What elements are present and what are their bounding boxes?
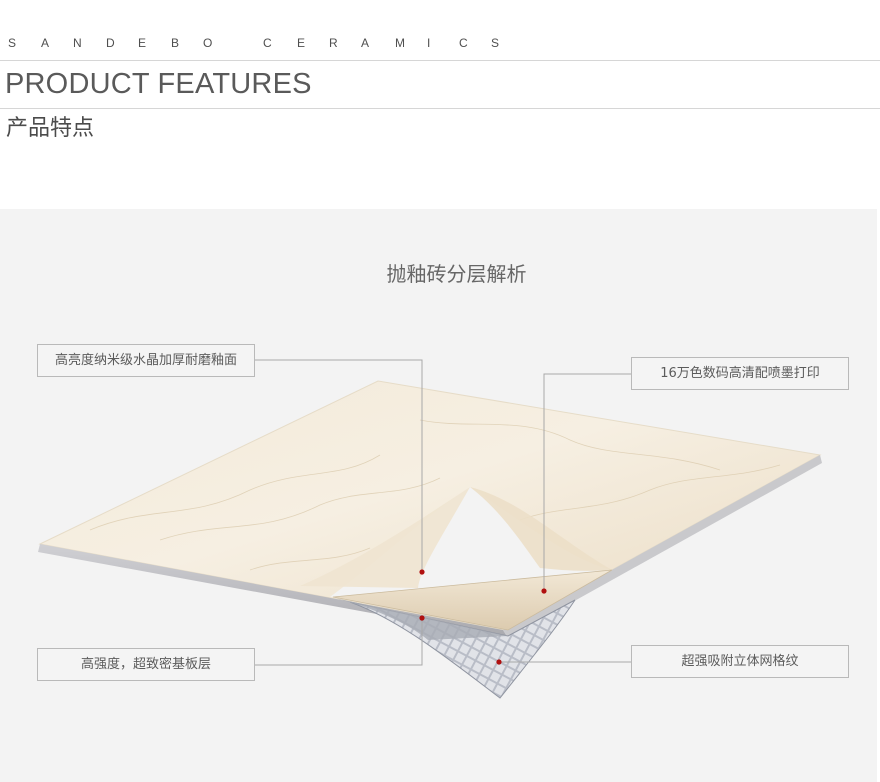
callout-glaze-layer: 高亮度纳米级水晶加厚耐磨釉面 [37,344,255,377]
callout-mesh-layer: 超强吸附立体网格纹 [631,645,849,678]
brand-letter: C [263,36,272,50]
brand-letter: E [138,36,147,50]
brand-letter: S [8,36,17,50]
divider-top [0,60,880,61]
brand-letter: B [171,36,180,50]
brand-letter: I [427,36,431,50]
brand-letter: O [203,36,213,50]
brand-letter: E [297,36,306,50]
brand-letter: M [395,36,405,50]
feature-panel [0,209,877,782]
brand-letter: A [41,36,50,50]
brand-letter: D [106,36,115,50]
divider-middle [0,108,880,109]
page-title-english: PRODUCT FEATURES [5,68,312,100]
product-features-page: S A N D E B O C E R A M I C S PRODUCT FE… [0,0,880,782]
section-title: 抛釉砖分层解析 [386,262,527,286]
brand-letter: A [361,36,370,50]
page-title-chinese: 产品特点 [6,116,95,141]
brand-letter: S [491,36,500,50]
brand-letter: R [329,36,338,50]
callout-body-layer: 高强度，超致密基板层 [37,648,255,681]
brand-letter: N [73,36,82,50]
callout-print-layer: 16万色数码高清配喷墨打印 [631,357,849,390]
brand-letter: C [459,36,468,50]
